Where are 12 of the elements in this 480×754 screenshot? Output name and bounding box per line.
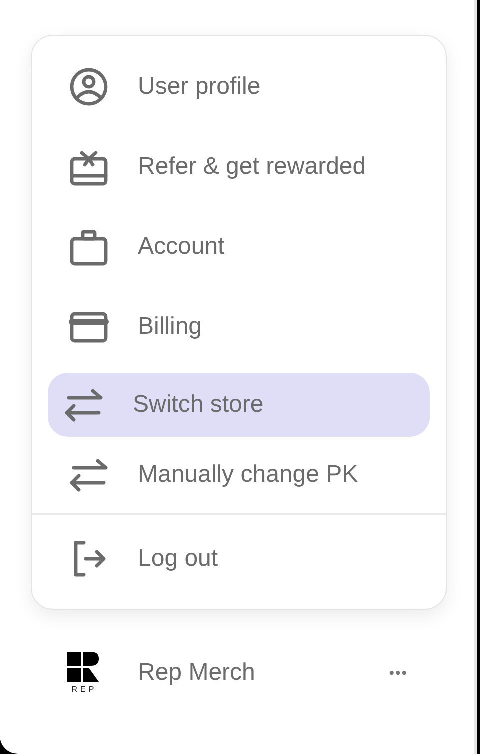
menu-item[interactable]: User profile xyxy=(48,47,430,127)
menu-item[interactable]: Account xyxy=(48,207,430,287)
menu-item[interactable]: Refer & get rewarded xyxy=(48,127,430,207)
menu-item[interactable]: Log out xyxy=(48,527,430,591)
store-name: Rep Merch xyxy=(138,659,256,687)
menu-item[interactable]: Switch store xyxy=(48,373,430,437)
menu-item[interactable]: Billing xyxy=(48,287,430,367)
logo-text: REP xyxy=(70,685,98,694)
user-icon xyxy=(68,66,110,108)
more-button[interactable]: ••• xyxy=(389,664,408,682)
menu-item[interactable]: Manually change PK xyxy=(48,443,430,507)
logo-icon xyxy=(67,652,99,682)
